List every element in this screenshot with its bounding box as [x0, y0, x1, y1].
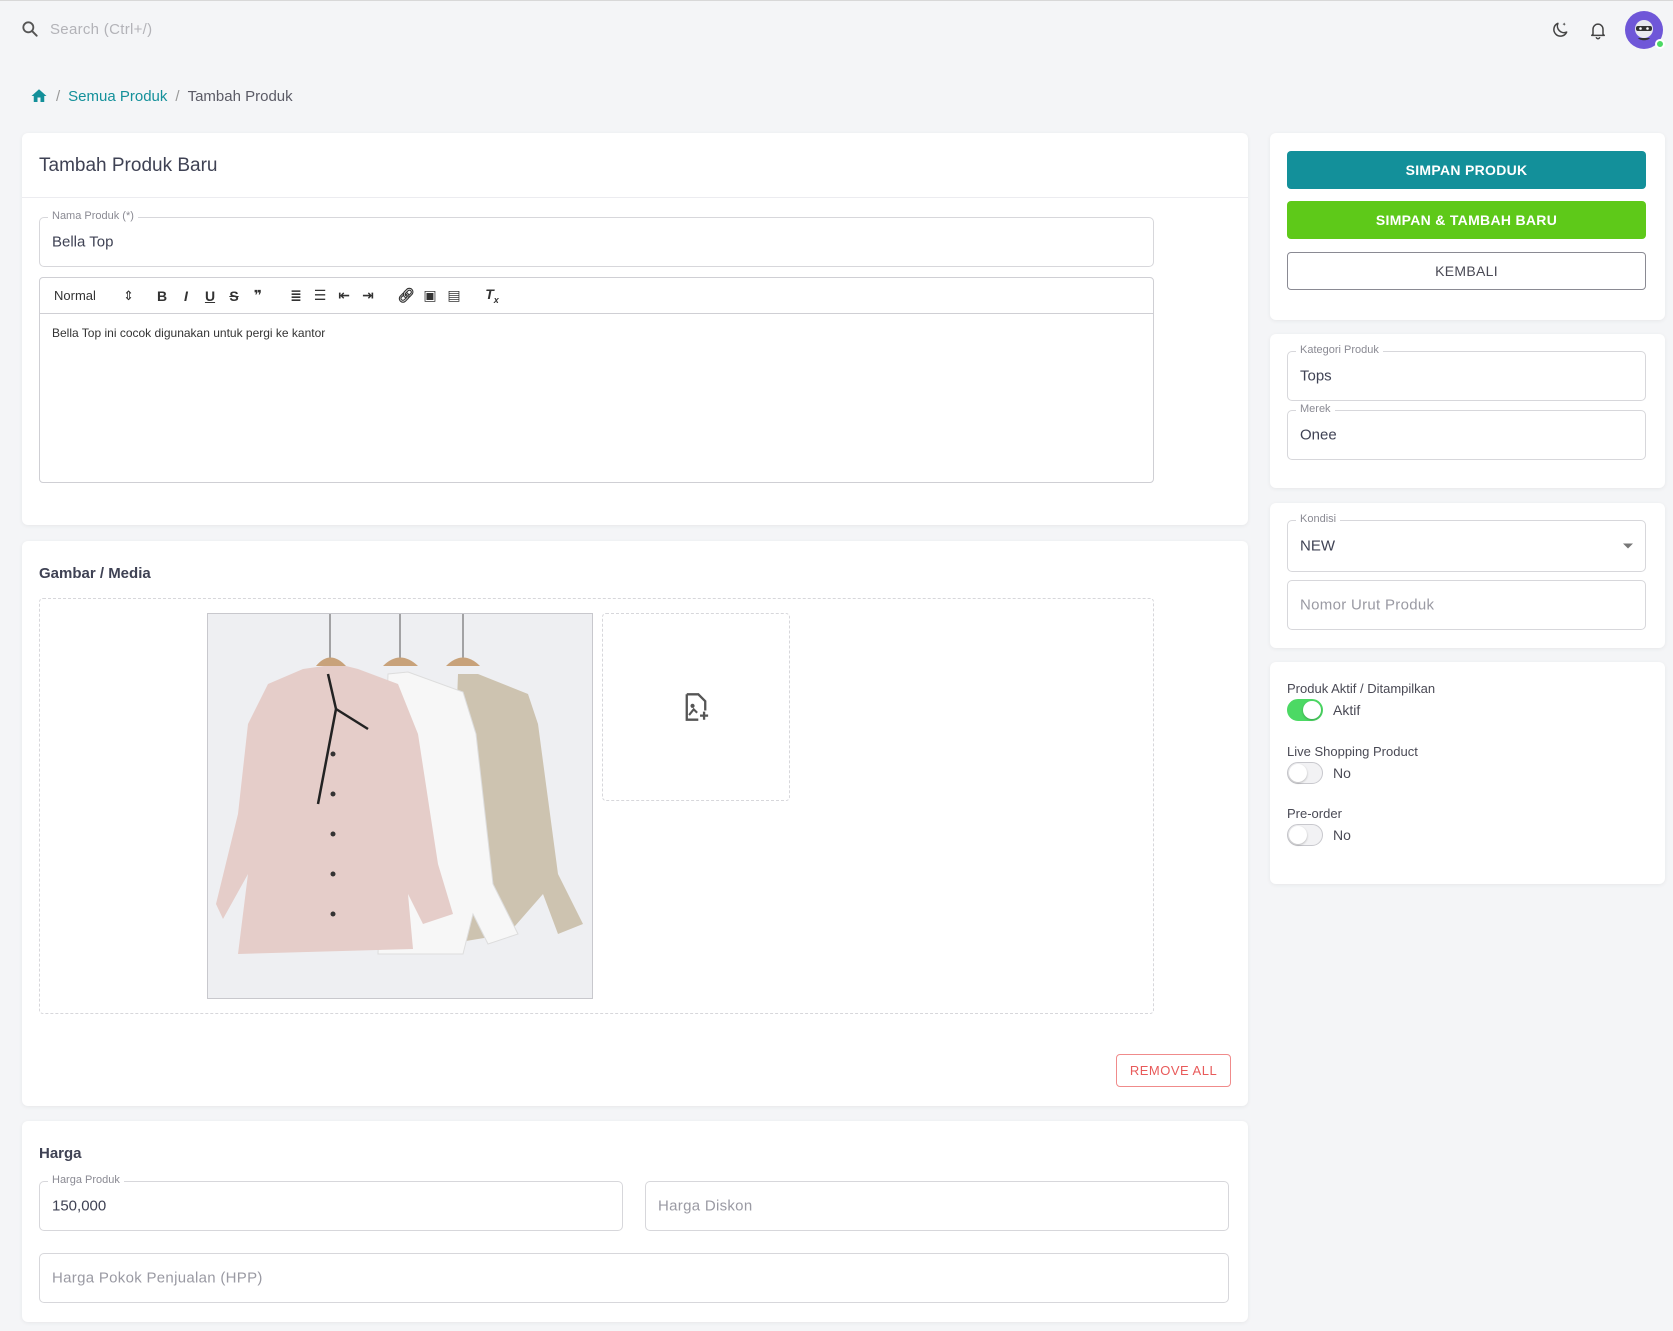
live-shopping-toggle[interactable] — [1287, 762, 1323, 784]
bold-icon[interactable]: B — [150, 288, 174, 304]
media-card: Gambar / Media REMOVE ALL — [22, 541, 1248, 1106]
pre-order-toggle[interactable] — [1287, 824, 1323, 846]
breadcrumb-separator: / — [175, 87, 180, 105]
produk-aktif-label: Produk Aktif / Ditampilkan — [1287, 681, 1436, 696]
live-shopping-label: Live Shopping Product — [1287, 744, 1418, 759]
ordered-list-icon[interactable]: ≣ — [284, 287, 308, 304]
bullet-list-icon[interactable]: ☰ — [308, 287, 332, 304]
blockquote-icon[interactable]: ❞ — [246, 287, 270, 304]
breadcrumb-separator: / — [56, 87, 61, 105]
clear-format-icon[interactable]: Tx — [480, 286, 504, 305]
kondisi-select[interactable]: Kondisi NEW — [1287, 513, 1646, 572]
hpp-field[interactable]: Harga Pokok Penjualan (HPP) — [39, 1253, 1229, 1303]
description-editor: Normal ⇕ B I U S ❞ ≣ ☰ ⇤ ⇥ 🔗︎ ▣ ▤ Tx Bell… — [39, 277, 1154, 483]
online-status-dot — [1655, 39, 1665, 49]
condition-card: Kondisi NEW Nomor Urut Produk — [1270, 503, 1665, 648]
actions-card: SIMPAN PRODUK SIMPAN & TAMBAH BARU KEMBA… — [1270, 133, 1665, 320]
live-shopping-state: No — [1333, 765, 1351, 781]
add-image-icon — [685, 693, 709, 721]
nomor-urut-placeholder: Nomor Urut Produk — [1300, 596, 1435, 614]
page-title: Tambah Produk Baru — [39, 155, 218, 176]
card-divider — [22, 197, 1248, 198]
video-icon[interactable]: ▤ — [442, 287, 466, 304]
italic-icon[interactable]: I — [174, 288, 198, 304]
pre-order-state: No — [1333, 827, 1351, 843]
hpp-placeholder: Harga Pokok Penjualan (HPP) — [52, 1269, 263, 1287]
nomor-urut-field[interactable]: Nomor Urut Produk — [1287, 580, 1646, 630]
back-button[interactable]: KEMBALI — [1287, 252, 1646, 290]
product-image[interactable] — [207, 613, 593, 999]
price-section-title: Harga — [39, 1145, 82, 1162]
produk-aktif-state: Aktif — [1333, 702, 1361, 718]
breadcrumb: / Semua Produk / Tambah Produk — [30, 87, 293, 105]
remove-all-button[interactable]: REMOVE ALL — [1116, 1054, 1231, 1087]
harga-produk-field[interactable]: Harga Produk 150,000 — [39, 1174, 623, 1231]
format-select[interactable]: Normal ⇕ — [54, 288, 134, 304]
price-card: Harga Harga Produk 150,000 Harga Diskon … — [22, 1121, 1248, 1322]
pre-order-label: Pre-order — [1287, 806, 1342, 821]
underline-icon[interactable]: U — [198, 288, 222, 304]
avatar[interactable] — [1625, 11, 1665, 49]
category-card: Kategori Produk Tops Merek Onee — [1270, 334, 1665, 488]
dark-mode-icon[interactable] — [1549, 19, 1571, 41]
harga-produk-label: Harga Produk — [48, 1174, 124, 1186]
strikethrough-icon[interactable]: S — [222, 288, 246, 304]
nama-produk-field[interactable]: Nama Produk (*) Bella Top — [39, 210, 1154, 267]
breadcrumb-current: Tambah Produk — [187, 87, 293, 105]
harga-diskon-placeholder: Harga Diskon — [658, 1197, 753, 1215]
format-select-value: Normal — [54, 287, 96, 303]
kondisi-value: NEW — [1300, 537, 1335, 555]
top-bar — [0, 0, 1673, 60]
merek-label: Merek — [1296, 403, 1335, 415]
editor-toolbar: Normal ⇕ B I U S ❞ ≣ ☰ ⇤ ⇥ 🔗︎ ▣ ▤ Tx — [40, 278, 1153, 314]
search-bar[interactable] — [20, 19, 350, 39]
produk-aktif-toggle[interactable] — [1287, 699, 1323, 721]
indent-increase-icon[interactable]: ⇥ — [356, 287, 380, 304]
nama-produk-label: Nama Produk (*) — [48, 210, 138, 222]
kategori-produk-field[interactable]: Kategori Produk Tops — [1287, 344, 1646, 401]
kategori-produk-label: Kategori Produk — [1296, 344, 1383, 356]
home-icon[interactable] — [30, 87, 48, 105]
product-info-card: Tambah Produk Baru Nama Produk (*) Bella… — [22, 133, 1248, 525]
select-arrows-icon: ⇕ — [123, 287, 134, 303]
harga-produk-value: 150,000 — [52, 1197, 107, 1215]
search-icon — [22, 21, 38, 37]
breadcrumb-semua-produk[interactable]: Semua Produk — [68, 88, 167, 105]
harga-diskon-field[interactable]: Harga Diskon — [645, 1181, 1229, 1231]
media-section-title: Gambar / Media — [39, 565, 151, 582]
merek-field[interactable]: Merek Onee — [1287, 403, 1646, 460]
status-card: Produk Aktif / Ditampilkan Aktif Live Sh… — [1270, 662, 1665, 884]
search-input[interactable] — [50, 20, 350, 38]
save-and-new-button[interactable]: SIMPAN & TAMBAH BARU — [1287, 201, 1646, 239]
kategori-produk-value: Tops — [1300, 367, 1332, 385]
nama-produk-value: Bella Top — [52, 233, 114, 251]
merek-value: Onee — [1300, 426, 1337, 444]
link-icon[interactable]: 🔗︎ — [394, 287, 418, 304]
add-image-box[interactable] — [602, 613, 790, 801]
save-product-button[interactable]: SIMPAN PRODUK — [1287, 151, 1646, 189]
kondisi-label: Kondisi — [1296, 513, 1341, 525]
media-dropzone[interactable] — [39, 598, 1154, 1014]
notification-bell-icon[interactable] — [1587, 19, 1609, 41]
editor-content[interactable]: Bella Top ini cocok digunakan untuk perg… — [40, 314, 1153, 352]
dropdown-arrow-icon — [1623, 543, 1633, 549]
image-icon[interactable]: ▣ — [418, 287, 442, 304]
indent-decrease-icon[interactable]: ⇤ — [332, 287, 356, 304]
